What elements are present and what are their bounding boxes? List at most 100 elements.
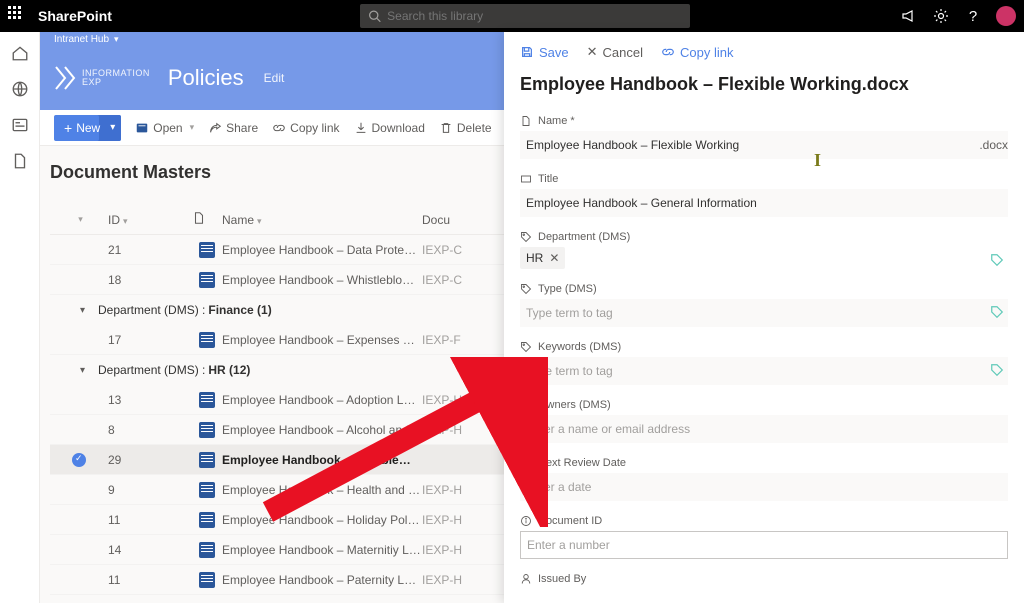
chevron-down-icon[interactable]	[80, 305, 98, 316]
col-name[interactable]: Name▾	[222, 213, 422, 227]
col-doc[interactable]: Docu	[422, 213, 482, 227]
search-box[interactable]	[360, 4, 690, 28]
tag-picker-icon[interactable]	[990, 363, 1004, 377]
share-icon	[208, 121, 222, 135]
search-icon	[368, 9, 381, 23]
search-input[interactable]	[387, 9, 682, 23]
save-icon	[520, 45, 534, 59]
cell-doc: IEXP-H	[422, 543, 482, 557]
suite-header: SharePoint ?	[0, 0, 1024, 32]
chevron-down-icon[interactable]	[80, 365, 98, 376]
download-button[interactable]: Download	[354, 121, 425, 135]
megaphone-icon[interactable]	[900, 7, 918, 25]
title-label: Title	[520, 173, 1008, 185]
cell-doc: IEXP-C	[422, 273, 482, 287]
copylink-button[interactable]: Copy link	[661, 45, 733, 60]
logo-text-bottom: EXP	[82, 78, 150, 87]
copylink-button[interactable]: Copy link	[272, 121, 339, 135]
cell-doc: IEXP-F	[422, 333, 482, 347]
save-button[interactable]: Save	[520, 45, 569, 60]
app-launcher-icon[interactable]	[8, 6, 28, 26]
gear-icon[interactable]	[932, 7, 950, 25]
cell-doc: IEXP-H	[422, 393, 482, 407]
avatar[interactable]	[996, 6, 1016, 26]
text-icon	[520, 173, 532, 185]
cancel-button[interactable]: ✕ Cancel	[587, 44, 643, 60]
edit-link[interactable]: Edit	[264, 71, 285, 85]
type-input[interactable]	[520, 299, 1008, 327]
nextreview-input[interactable]	[520, 473, 1008, 501]
chevron-down-icon[interactable]: ▾	[78, 214, 83, 225]
cell-doc: IEXP-H	[422, 573, 482, 587]
word-doc-icon	[199, 392, 215, 408]
department-chip-label: HR	[526, 251, 543, 265]
chevron-down-icon: ▾	[114, 34, 119, 45]
help-icon[interactable]: ?	[964, 7, 982, 25]
cell-doc: IEXP-H	[422, 513, 482, 527]
share-icon[interactable]	[417, 452, 422, 464]
word-doc-icon	[199, 422, 215, 438]
brand-name: SharePoint	[38, 8, 112, 24]
new-button-label: New	[76, 121, 100, 135]
title-input[interactable]	[520, 189, 1008, 217]
word-doc-icon	[199, 482, 215, 498]
department-chip[interactable]: HR ✕	[520, 247, 565, 269]
owners-input[interactable]	[520, 415, 1008, 443]
cell-doc: IEXP-C	[422, 243, 482, 257]
share-button[interactable]: Share	[208, 121, 258, 135]
type-label: Type (DMS)	[520, 283, 1008, 295]
cell-name[interactable]: Employee Handbook – Health and Safety.d…	[222, 483, 422, 497]
cell-name[interactable]: Employee Handbook – Expenses Policy and…	[222, 333, 422, 347]
globe-icon[interactable]	[11, 80, 29, 98]
link-icon	[272, 121, 286, 135]
name-label: Name *	[520, 115, 1008, 127]
open-label: Open	[153, 121, 182, 135]
copylink-label: Copy link	[680, 45, 733, 60]
tag-icon	[520, 341, 532, 353]
delete-button[interactable]: Delete	[439, 121, 492, 135]
hub-name: Intranet Hub	[54, 34, 109, 45]
cell-name[interactable]: Employee Handbook – Whistleblowing Poli…	[222, 273, 422, 287]
remove-chip-icon[interactable]: ✕	[549, 251, 559, 265]
cell-id: 8	[108, 423, 192, 437]
site-logo[interactable]: INFORMATION EXP	[54, 65, 150, 91]
panel-title: Employee Handbook – Flexible Working.doc…	[520, 74, 1008, 95]
cell-doc: IEXP-H	[422, 483, 482, 497]
cell-name[interactable]: Employee Handbook – Adoption Leave.docx	[222, 393, 422, 407]
info-icon	[520, 515, 532, 527]
tag-icon	[520, 283, 532, 295]
new-button[interactable]: + New ▾	[54, 115, 121, 141]
open-icon	[135, 121, 149, 135]
cell-name[interactable]: Employee Handbook – Data Protection.docx	[222, 243, 422, 257]
open-button[interactable]: Open ▾	[135, 121, 194, 135]
cell-name[interactable]: Employee Handbook – Maternitiy Leave an…	[222, 543, 422, 557]
news-icon[interactable]	[11, 116, 29, 134]
home-icon[interactable]	[11, 44, 29, 62]
name-input[interactable]	[520, 131, 1008, 159]
cancel-label: Cancel	[603, 45, 643, 60]
copylink-label: Copy link	[290, 121, 339, 135]
share-label: Share	[226, 121, 258, 135]
app-bar	[0, 32, 40, 603]
cell-id: 21	[108, 243, 192, 257]
word-doc-icon	[199, 512, 215, 528]
cell-name[interactable]: Employee Handbook – Flexible… ⋮	[222, 452, 422, 467]
cell-name[interactable]: Employee Handbook – Paternity Leave an…	[222, 573, 422, 587]
tag-picker-icon[interactable]	[990, 253, 1004, 267]
page-title: Policies	[168, 65, 244, 91]
chevron-down-icon: ▾	[190, 122, 195, 133]
person-icon	[520, 573, 532, 585]
close-icon: ✕	[587, 44, 598, 60]
tag-picker-icon[interactable]	[990, 305, 1004, 319]
text-cursor-icon: I	[814, 150, 854, 171]
col-id[interactable]: ID▾	[108, 213, 192, 227]
col-type-icon[interactable]	[192, 211, 222, 228]
files-icon[interactable]	[11, 152, 29, 170]
cell-id: 17	[108, 333, 192, 347]
delete-label: Delete	[457, 121, 492, 135]
keywords-input[interactable]	[520, 357, 1008, 385]
cell-name[interactable]: Employee Handbook – Alcohol and Drugs P…	[222, 423, 422, 437]
row-checkbox[interactable]	[72, 453, 86, 467]
docid-input[interactable]	[520, 531, 1008, 559]
cell-name[interactable]: Employee Handbook – Holiday Policy.docx	[222, 513, 422, 527]
